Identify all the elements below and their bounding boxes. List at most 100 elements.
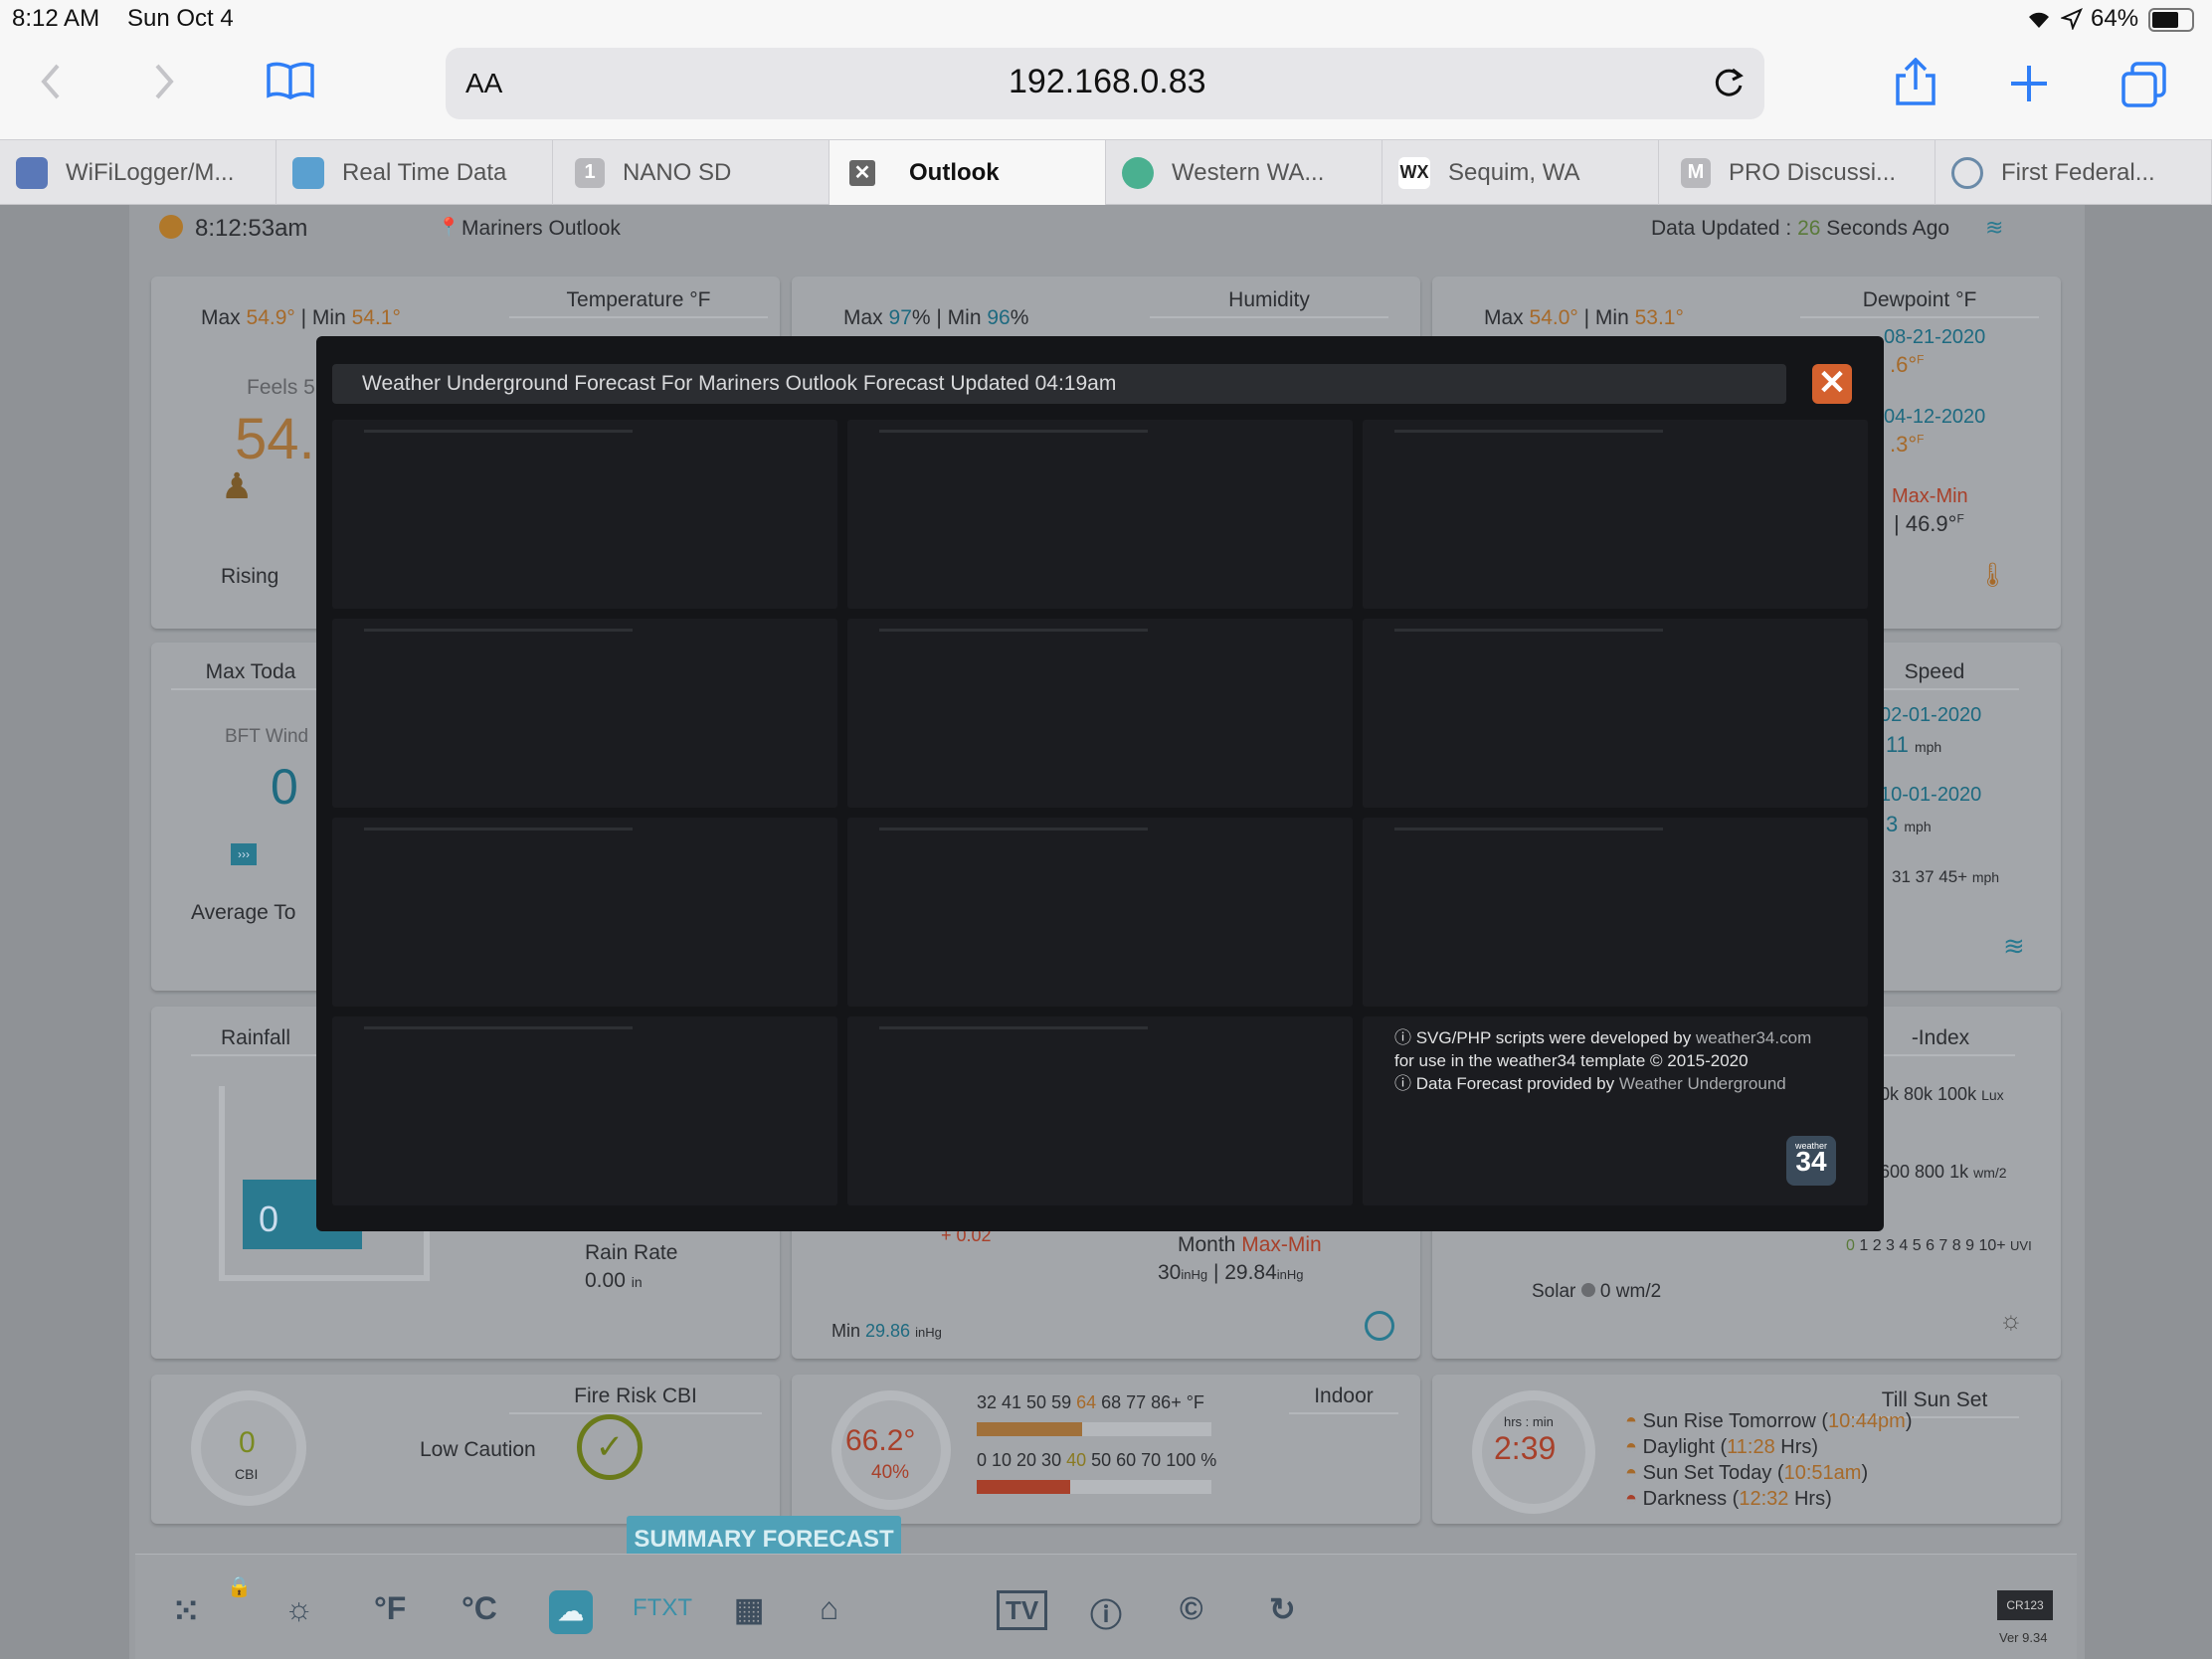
close-modal-button[interactable]: ✕ xyxy=(1812,364,1852,404)
credit-template: for use in the weather34 template © 2015… xyxy=(1394,1051,1749,1070)
cbi-value: 0 xyxy=(239,1426,256,1459)
reload-icon[interactable] xyxy=(1711,66,1747,101)
wind-gust-scale: 31 37 45+ mph xyxy=(1892,867,2000,886)
tab-nano-sd[interactable]: 1 NANO SD xyxy=(553,140,830,205)
temp-max-min: Max 54.9° | Min 54.1° xyxy=(201,306,401,329)
humidity-max-min: Max 97% | Min 96% xyxy=(843,306,1029,329)
forecast-cloud-icon[interactable]: ☁ xyxy=(549,1590,593,1634)
sunrise-tomorrow: ◓ Sun Rise Tomorrow (10:44pm) xyxy=(1625,1410,1913,1432)
celsius-button[interactable]: °C xyxy=(461,1590,497,1627)
tabs-overview-icon[interactable] xyxy=(2120,62,2168,107)
lux-scale: 0k 80k 100k Lux xyxy=(1880,1084,2004,1104)
tab-sequim-wa[interactable]: WX Sequim, WA xyxy=(1382,140,1659,205)
forecast-cell xyxy=(332,420,837,609)
share-icon[interactable] xyxy=(1894,58,1937,107)
forecast-cell xyxy=(1363,818,1868,1007)
forecast-cell xyxy=(1363,420,1868,609)
dewpoint-max-min-value: | 46.9°F xyxy=(1894,511,1964,536)
indoor-title: Indoor xyxy=(1289,1384,1398,1414)
feels-like-label: Feels 5 xyxy=(247,376,315,399)
reader-text-size-button[interactable]: AA xyxy=(465,68,502,99)
tv-button[interactable]: TV xyxy=(997,1590,1048,1630)
url-text[interactable]: 192.168.0.83 xyxy=(1009,63,1206,101)
uv-scale: 0 1 2 3 4 5 6 7 8 9 10+ UVI xyxy=(1846,1237,2032,1254)
fire-risk-level: Low Caution xyxy=(420,1438,536,1461)
max-today-label: Max Toda xyxy=(171,660,330,690)
forecast-cell xyxy=(847,818,1353,1007)
bookmarks-icon[interactable] xyxy=(265,60,316,99)
ftxt-button[interactable]: FTXT xyxy=(633,1594,692,1622)
rain-rate-value: 0.00 in xyxy=(585,1269,643,1292)
indoor-temp-bar xyxy=(977,1422,1211,1436)
close-tab-icon[interactable]: ✕ xyxy=(849,159,875,186)
sunset-today: ◓ Sun Set Today (10:51am) xyxy=(1625,1462,1869,1484)
pro-favicon-icon: M xyxy=(1681,157,1711,188)
credit-scripts: ⓘ SVG/PHP scripts were developed by weat… xyxy=(1394,1028,1812,1047)
month-max-min-values: 30inHg | 29.84inHg xyxy=(1158,1261,1304,1284)
western-wa-favicon-icon xyxy=(1122,156,1154,189)
month-max-min-label: Month Max-Min xyxy=(1178,1233,1322,1256)
dewpoint-record-date-1: 08-21-2020 xyxy=(1884,326,1986,348)
indoor-humidity: 40% xyxy=(871,1462,910,1483)
cr123-badge: CR123 xyxy=(1997,1590,2053,1620)
header-clock: 8:12:53am xyxy=(195,215,308,242)
wind-speed-value: 0 xyxy=(271,759,298,815)
barometer-icon xyxy=(1365,1311,1394,1341)
tab-bar: WiFiLogger/M... Real Time Data 1 NANO SD … xyxy=(0,139,2212,205)
wifi-icon xyxy=(2029,12,2049,28)
weather34-logo: weather 34 xyxy=(1786,1136,1836,1186)
address-bar[interactable]: AA 192.168.0.83 xyxy=(446,48,1764,119)
wind-record-value-2: 3 mph xyxy=(1886,812,1932,836)
temperature-value: 54. xyxy=(235,407,315,471)
checkmark-icon: ✓ xyxy=(577,1414,643,1480)
credit-data: ⓘ Data Forecast provided by Weather Unde… xyxy=(1394,1074,1786,1093)
calendar-icon[interactable]: ▦ xyxy=(734,1590,764,1628)
bft-wind-label: BFT Wind xyxy=(225,726,309,747)
theme-sun-icon[interactable]: ☼ xyxy=(284,1590,313,1627)
temperature-title: Temperature °F xyxy=(509,288,768,318)
tab-wifilogger[interactable]: WiFiLogger/M... xyxy=(0,140,276,205)
fire-risk-title: Fire Risk CBI xyxy=(509,1384,762,1414)
home-icon[interactable]: ⌂ xyxy=(820,1590,838,1627)
wind-record-value-1: 11 mph xyxy=(1886,732,1942,757)
wind-direction-icon: ››› xyxy=(231,843,257,865)
tab-pro-discussion[interactable]: M PRO Discussi... xyxy=(1659,140,1936,205)
solar-scale: 600 800 1k wm/2 xyxy=(1880,1162,2007,1182)
dewpoint-record-value-1: .6°F xyxy=(1890,352,1925,377)
clock-icon xyxy=(159,215,183,239)
tab-outlook[interactable]: ✕ Outlook xyxy=(830,140,1106,205)
forecast-cell xyxy=(847,420,1353,609)
tab-real-time-data[interactable]: Real Time Data xyxy=(276,140,553,205)
ios-status-bar: 8:12 AM Sun Oct 4 64% xyxy=(0,0,2212,40)
wind-record-date-2: 10-01-2020 xyxy=(1880,784,1982,806)
tab-western-wa[interactable]: Western WA... xyxy=(1106,140,1382,205)
back-icon[interactable] xyxy=(38,62,62,101)
weather34-link[interactable]: weather34.com xyxy=(1696,1028,1811,1047)
status-date: Sun Oct 4 xyxy=(127,5,234,32)
dewpoint-max-min-label: Max-Min xyxy=(1892,485,1968,507)
station-name: Mariners Outlook xyxy=(461,217,621,240)
darkness: ◓ Darkness (12:32 Hrs) xyxy=(1625,1488,1832,1510)
new-tab-icon[interactable] xyxy=(2009,64,2049,103)
version-label: Ver 9.34 xyxy=(1999,1630,2048,1645)
forecast-cell xyxy=(1363,619,1868,808)
forward-icon[interactable] xyxy=(153,62,177,101)
uv-index-title: -Index xyxy=(1866,1026,2015,1056)
forecast-cell xyxy=(847,619,1353,808)
tab-first-federal[interactable]: First Federal... xyxy=(1936,140,2212,205)
location-pin-icon: 📍 xyxy=(438,217,461,237)
battery-icon xyxy=(2148,8,2194,32)
weather-underground-link[interactable]: Weather Underground xyxy=(1619,1074,1786,1093)
battery-percent: 64% xyxy=(2091,5,2139,32)
menu-grid-icon[interactable]: ⁙ xyxy=(171,1590,201,1632)
rain-rate-label: Rain Rate xyxy=(585,1241,678,1264)
rainfall-title: Rainfall xyxy=(191,1026,320,1056)
info-icon[interactable]: ⓘ xyxy=(1090,1590,1122,1636)
dewpoint-title: Dewpoint °F xyxy=(1800,288,2039,318)
indoor-card: Indoor 66.2° 40% 32 41 50 59 64 68 77 86… xyxy=(792,1375,1420,1524)
copyright-icon[interactable]: © xyxy=(1180,1590,1203,1627)
refresh-icon[interactable]: ↻ xyxy=(1269,1590,1296,1628)
indoor-humidity-scale: 0 10 20 30 40 50 60 70 100 % xyxy=(977,1450,1217,1470)
fahrenheit-button[interactable]: °F xyxy=(374,1590,406,1627)
lock-icon[interactable]: 🔒 xyxy=(227,1574,252,1599)
